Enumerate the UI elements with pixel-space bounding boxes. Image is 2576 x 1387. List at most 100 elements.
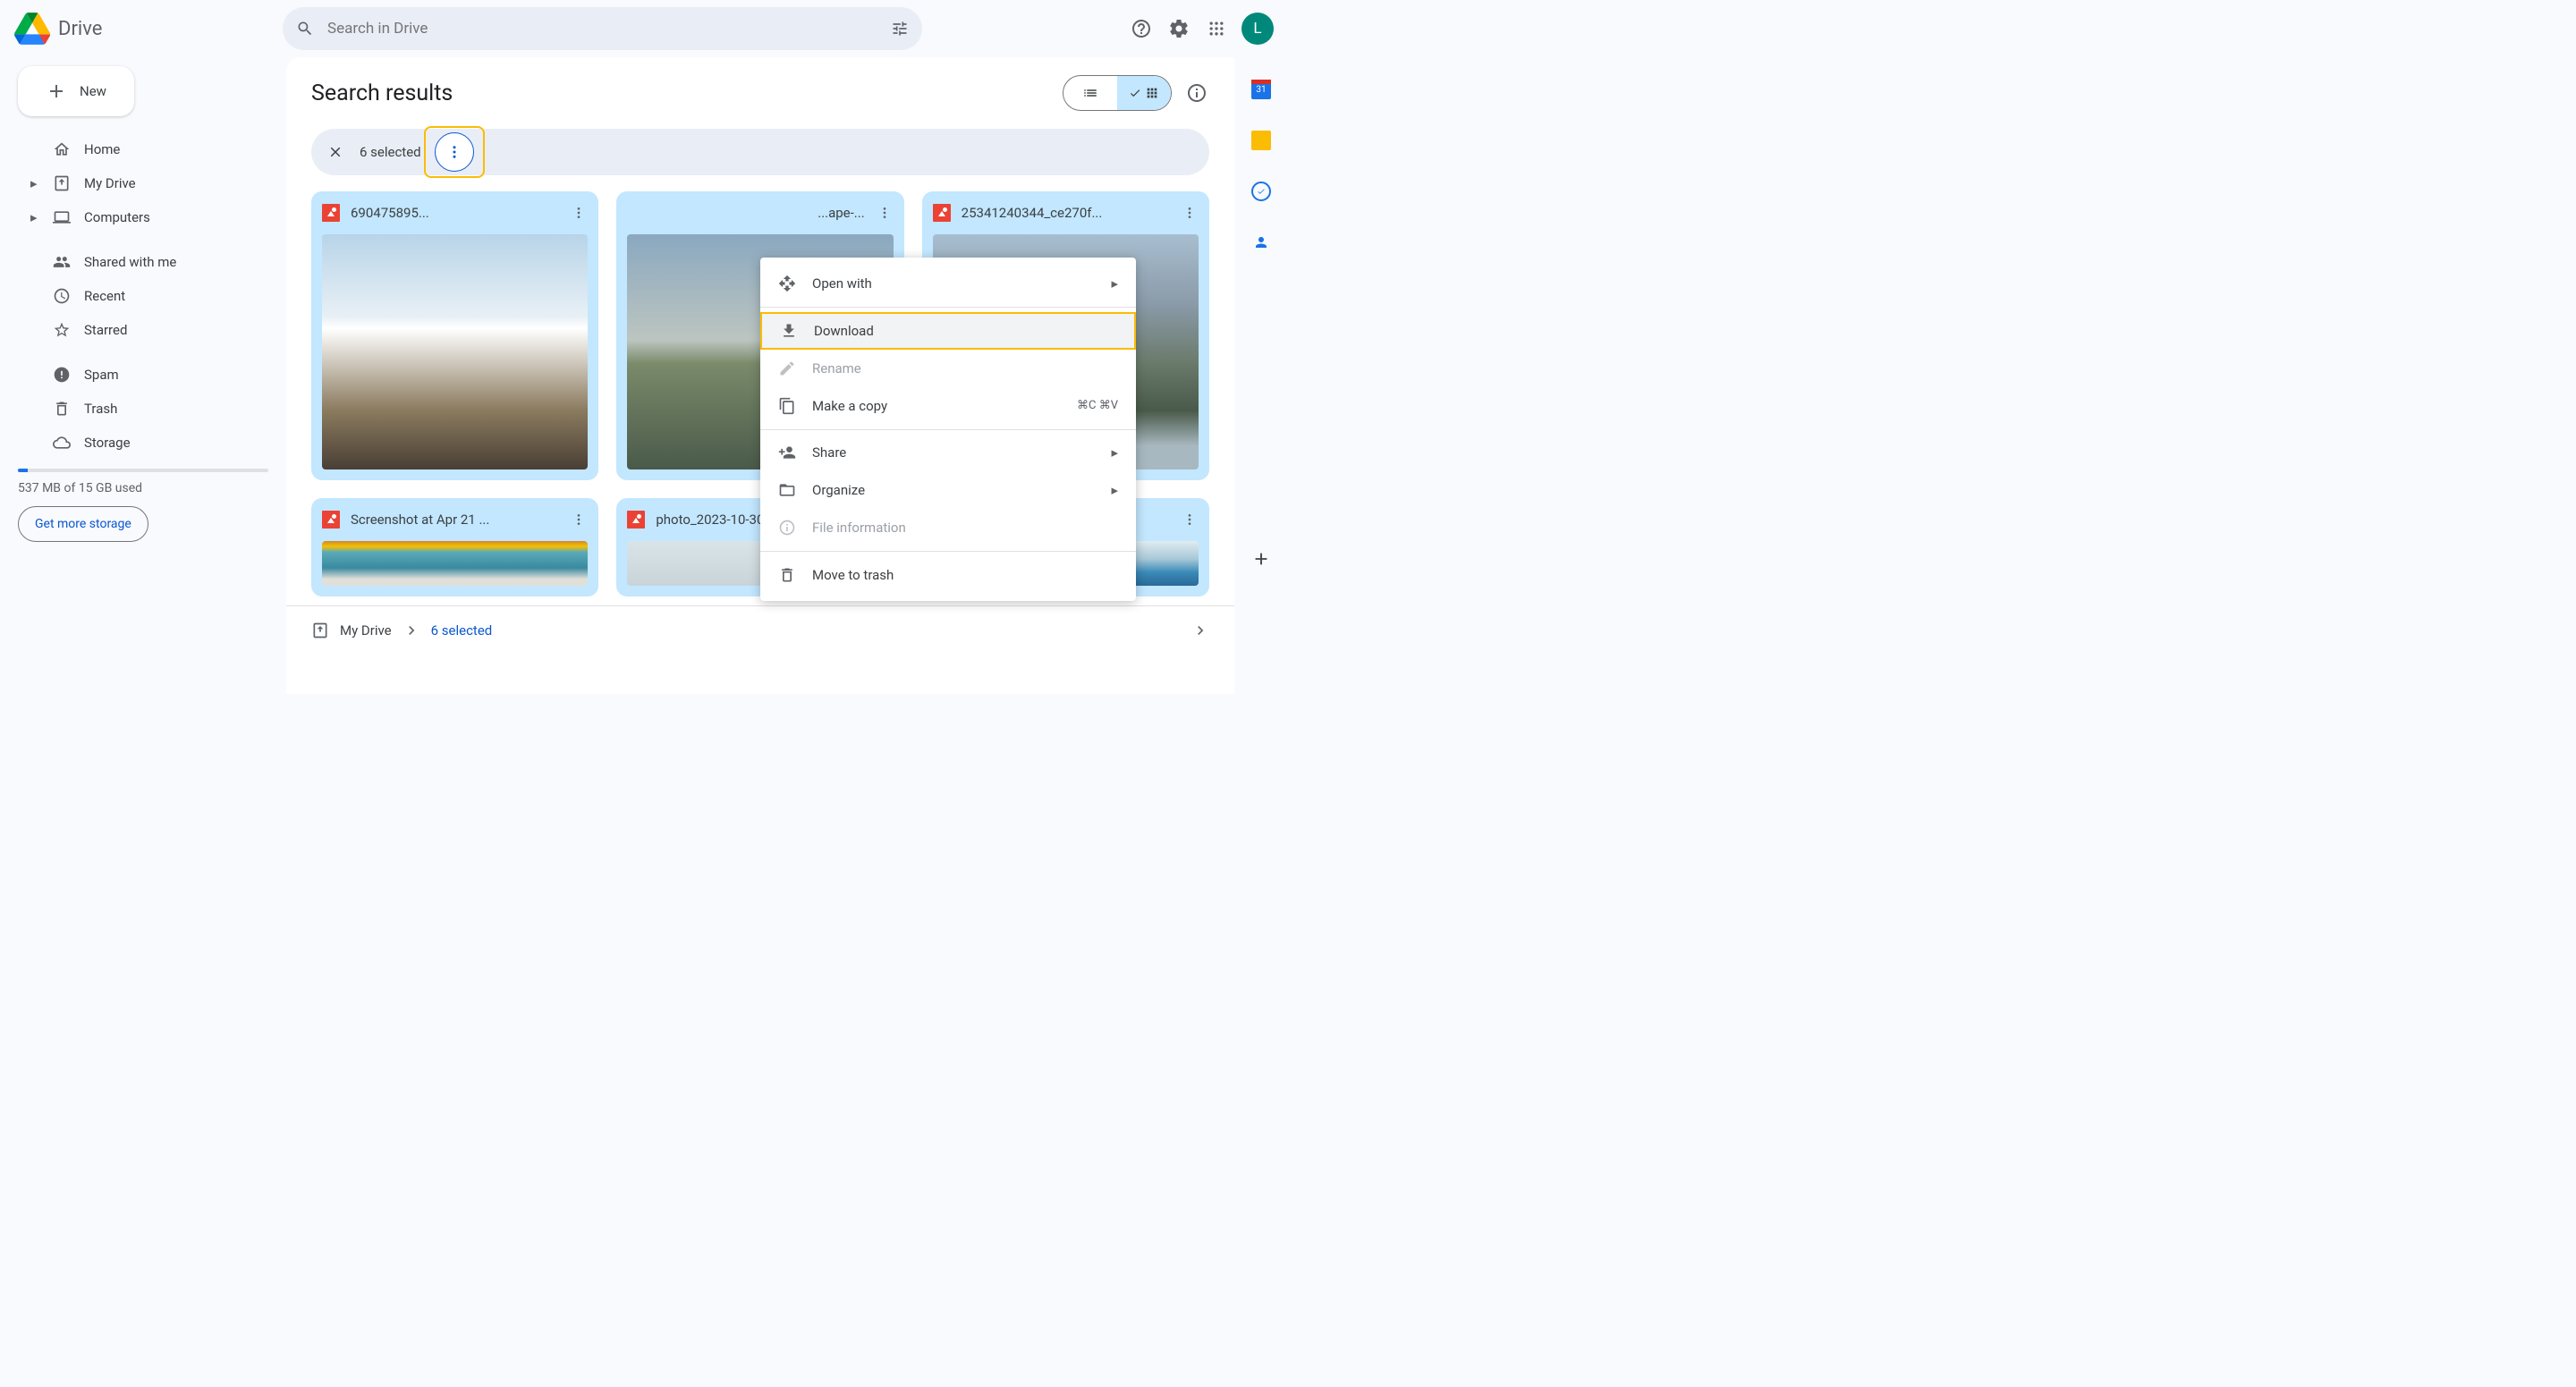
- file-menu-button[interactable]: [1181, 511, 1199, 529]
- view-toggle: [1063, 75, 1172, 111]
- menu-label: Make a copy: [812, 398, 887, 414]
- main-header: Search results: [286, 57, 1234, 122]
- info-button[interactable]: [1184, 80, 1209, 106]
- trash-icon: [53, 400, 71, 418]
- more-actions-button[interactable]: [435, 132, 474, 172]
- contacts-button[interactable]: [1251, 233, 1271, 252]
- search-icon: [296, 20, 314, 38]
- gear-icon: [1168, 18, 1190, 39]
- help-icon: [1131, 18, 1152, 39]
- menu-share[interactable]: Share ▸: [760, 434, 1136, 471]
- filter-icon[interactable]: [891, 20, 909, 38]
- plus-icon: [1251, 549, 1271, 569]
- my-drive-icon: [311, 622, 329, 639]
- sidebar-item-home[interactable]: Home: [18, 132, 268, 166]
- sidebar-item-storage[interactable]: Storage: [18, 426, 268, 460]
- file-name: 25341240344_ce270f...: [962, 205, 1170, 221]
- new-button[interactable]: New: [18, 66, 134, 116]
- menu-shortcut: ⌘C ⌘V: [1077, 399, 1118, 412]
- menu-open-with[interactable]: Open with ▸: [760, 265, 1136, 302]
- sidebar-item-recent[interactable]: Recent: [18, 279, 268, 313]
- main-content: Search results: [286, 57, 1234, 694]
- folder-icon: [778, 481, 796, 499]
- sidebar-item-label: My Drive: [84, 175, 136, 191]
- clear-selection-button[interactable]: [325, 141, 346, 163]
- menu-label: Download: [814, 323, 874, 339]
- shared-icon: [53, 253, 71, 271]
- rename-icon: [778, 359, 796, 377]
- menu-label: Rename: [812, 360, 861, 376]
- expand-button[interactable]: [1191, 622, 1209, 639]
- sidebar-item-my-drive[interactable]: ▸ My Drive: [18, 166, 268, 200]
- sidebar-item-label: Starred: [84, 322, 127, 338]
- header: Drive L: [0, 0, 1288, 57]
- close-icon: [327, 144, 343, 160]
- view-controls: [1063, 75, 1209, 111]
- help-button[interactable]: [1129, 16, 1154, 41]
- list-icon: [1082, 85, 1098, 101]
- file-name: Screenshot at Apr 21 ...: [351, 512, 559, 528]
- computers-icon: [53, 208, 71, 226]
- image-file-icon: [322, 204, 340, 222]
- calendar-button[interactable]: 31: [1251, 80, 1271, 99]
- grid-icon: [1145, 86, 1159, 100]
- apps-button[interactable]: [1204, 16, 1229, 41]
- logo-area[interactable]: Drive: [14, 13, 265, 45]
- plus-icon: [46, 80, 67, 102]
- sidebar-item-shared[interactable]: Shared with me: [18, 245, 268, 279]
- file-card[interactable]: Screenshot at Apr 21 ...: [311, 498, 598, 596]
- tasks-icon: [1251, 182, 1271, 201]
- header-actions: L: [1129, 13, 1274, 45]
- file-menu-button[interactable]: [570, 204, 588, 222]
- breadcrumb-root[interactable]: My Drive: [340, 622, 392, 639]
- selection-bar: 6 selected: [311, 129, 1209, 175]
- contacts-icon: [1253, 234, 1269, 250]
- get-storage-button[interactable]: Get more storage: [18, 506, 148, 542]
- more-vert-icon: [1182, 206, 1197, 220]
- menu-divider: [760, 307, 1136, 308]
- sidebar: New Home ▸ My Drive ▸ Computers: [0, 57, 286, 694]
- sidebar-item-label: Trash: [84, 401, 117, 417]
- sidebar-item-label: Storage: [84, 435, 131, 451]
- menu-move-to-trash[interactable]: Move to trash: [760, 556, 1136, 594]
- keep-button[interactable]: [1251, 131, 1271, 150]
- menu-make-copy[interactable]: Make a copy ⌘C ⌘V: [760, 387, 1136, 425]
- star-icon: [53, 321, 71, 339]
- grid-view-button[interactable]: [1117, 76, 1171, 110]
- tasks-button[interactable]: [1251, 182, 1271, 201]
- info-icon: [1186, 82, 1208, 104]
- file-menu-button[interactable]: [1181, 204, 1199, 222]
- side-panel: 31: [1234, 57, 1288, 694]
- avatar[interactable]: L: [1241, 13, 1274, 45]
- menu-organize[interactable]: Organize ▸: [760, 471, 1136, 509]
- breadcrumb-selected: 6 selected: [431, 622, 493, 639]
- recent-icon: [53, 287, 71, 305]
- check-icon: [1129, 87, 1141, 99]
- search-input[interactable]: [327, 20, 877, 38]
- image-file-icon: [933, 204, 951, 222]
- file-card[interactable]: 690475895...: [311, 191, 598, 480]
- search-bar[interactable]: [283, 7, 922, 50]
- selection-count: 6 selected: [360, 144, 421, 160]
- list-view-button[interactable]: [1063, 76, 1117, 110]
- add-panel-button[interactable]: [1251, 549, 1271, 569]
- file-menu-button[interactable]: [876, 204, 894, 222]
- calendar-icon: 31: [1251, 80, 1271, 99]
- sidebar-item-trash[interactable]: Trash: [18, 392, 268, 426]
- apps-icon: [1208, 20, 1225, 38]
- breadcrumb-bar: My Drive 6 selected: [286, 605, 1234, 655]
- sidebar-item-spam[interactable]: Spam: [18, 358, 268, 392]
- sidebar-item-label: Spam: [84, 367, 119, 383]
- info-icon: [778, 519, 796, 537]
- more-vert-icon: [572, 206, 586, 220]
- sidebar-item-starred[interactable]: Starred: [18, 313, 268, 347]
- file-menu-button[interactable]: [570, 511, 588, 529]
- new-button-label: New: [80, 83, 106, 99]
- context-menu: Open with ▸ Download Rename Make a copy …: [760, 258, 1136, 601]
- settings-button[interactable]: [1166, 16, 1191, 41]
- share-icon: [778, 444, 796, 461]
- menu-file-info: File information: [760, 509, 1136, 546]
- menu-download[interactable]: Download: [760, 312, 1136, 350]
- sidebar-item-computers[interactable]: ▸ Computers: [18, 200, 268, 234]
- nav-list: Home ▸ My Drive ▸ Computers Shared with …: [18, 132, 268, 460]
